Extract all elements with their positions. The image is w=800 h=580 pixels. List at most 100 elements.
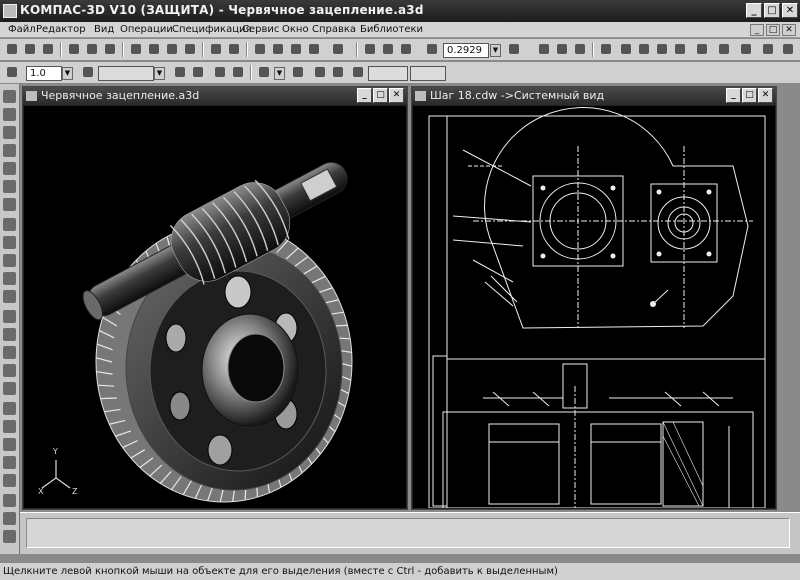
round-icon[interactable]	[312, 64, 328, 80]
menu-window[interactable]: Окно	[282, 24, 309, 35]
settings-icon[interactable]	[780, 41, 796, 57]
model-close-button[interactable]: ✕	[389, 88, 404, 103]
fillet-icon[interactable]	[3, 310, 16, 323]
refresh-icon[interactable]	[572, 41, 588, 57]
model-minimize-button[interactable]: _	[357, 88, 372, 103]
orientation-icon[interactable]	[506, 41, 522, 57]
mirror-icon[interactable]	[3, 420, 16, 433]
view-orientation-icon[interactable]	[598, 41, 614, 57]
coordinates-icon[interactable]	[350, 64, 366, 80]
format-icon[interactable]	[182, 41, 198, 57]
export-icon[interactable]	[102, 41, 118, 57]
select-icon[interactable]	[3, 198, 16, 211]
line-scale-input[interactable]: 1.0	[26, 66, 62, 81]
aux-geometry-icon[interactable]	[3, 474, 16, 487]
menu-file[interactable]: Файл	[8, 24, 36, 35]
menu-edit[interactable]: Редактор	[36, 24, 86, 35]
surface-icon[interactable]	[3, 438, 16, 451]
drawing-close-button[interactable]: ✕	[758, 88, 773, 103]
grid-icon[interactable]	[256, 64, 272, 80]
manager-icon[interactable]	[252, 41, 268, 57]
geometry-icon[interactable]	[3, 90, 16, 103]
rib-icon[interactable]	[3, 382, 16, 395]
minimize-button[interactable]: _	[746, 3, 762, 18]
menu-operations[interactable]: Операции	[120, 24, 173, 35]
save-icon[interactable]	[40, 41, 56, 57]
pan-icon[interactable]	[536, 41, 552, 57]
shaded-edges-icon[interactable]	[672, 41, 688, 57]
perspective-icon[interactable]	[694, 41, 710, 57]
new-icon[interactable]	[4, 41, 20, 57]
parametrization-icon[interactable]	[3, 162, 16, 175]
revolve-icon[interactable]	[3, 254, 16, 267]
menu-libraries[interactable]: Библиотеки	[360, 24, 423, 35]
measure-tool-icon[interactable]	[3, 180, 16, 193]
diagnostics-icon[interactable]	[3, 494, 16, 507]
line-scale-dropdown-button[interactable]: ▼	[62, 67, 73, 80]
model-maximize-button[interactable]: □	[373, 88, 388, 103]
copy-icon[interactable]	[146, 41, 162, 57]
cut-icon[interactable]	[128, 41, 144, 57]
undo-icon[interactable]	[208, 41, 224, 57]
extrude-icon[interactable]	[3, 236, 16, 249]
coordinate-y-field[interactable]	[410, 66, 446, 81]
open-icon[interactable]	[22, 41, 38, 57]
loft-icon[interactable]	[3, 290, 16, 303]
spatial-curve-icon[interactable]	[3, 456, 16, 469]
print-icon[interactable]	[66, 41, 82, 57]
variables-icon[interactable]	[306, 41, 322, 57]
measure-icon[interactable]	[230, 64, 246, 80]
properties-icon[interactable]	[270, 41, 286, 57]
help-icon[interactable]	[330, 41, 346, 57]
cursor-icon[interactable]	[330, 64, 346, 80]
ortho-icon[interactable]	[290, 64, 306, 80]
hidden-lines-icon[interactable]	[636, 41, 652, 57]
shell-icon[interactable]	[3, 364, 16, 377]
drawing-maximize-button[interactable]: □	[742, 88, 757, 103]
hole-icon[interactable]	[3, 346, 16, 359]
zoom-dropdown-button[interactable]: ▼	[490, 44, 501, 57]
sketch-icon[interactable]	[3, 218, 16, 231]
edit-icon[interactable]	[3, 144, 16, 157]
model-3d-viewport[interactable]: Y X Z	[24, 106, 406, 508]
local-cs-icon[interactable]	[172, 64, 188, 80]
spec-object-icon[interactable]	[3, 512, 16, 525]
drawing-2d-viewport[interactable]	[413, 106, 775, 508]
paste-icon[interactable]	[164, 41, 180, 57]
doc-minimize-button[interactable]: _	[750, 24, 764, 36]
doc-close-button[interactable]: ✕	[782, 24, 796, 36]
layers-icon[interactable]	[760, 41, 776, 57]
plane-icon[interactable]	[190, 64, 206, 80]
array-icon[interactable]	[3, 402, 16, 415]
style-field[interactable]	[98, 66, 154, 81]
rotate-icon[interactable]	[554, 41, 570, 57]
chamfer-icon[interactable]	[3, 328, 16, 341]
notation-icon[interactable]	[3, 126, 16, 139]
snap-icon[interactable]	[212, 64, 228, 80]
wireframe-icon[interactable]	[618, 41, 634, 57]
drawing-minimize-button[interactable]: _	[726, 88, 741, 103]
line-scale-icon[interactable]	[4, 64, 20, 80]
coordinate-x-field[interactable]	[368, 66, 408, 81]
maximize-button[interactable]: □	[764, 3, 780, 18]
kompas-app-icon[interactable]	[3, 4, 17, 18]
menu-specification[interactable]: Спецификация	[172, 24, 252, 35]
layer-icon[interactable]	[80, 64, 96, 80]
doc-restore-button[interactable]: □	[766, 24, 780, 36]
properties-panel-area[interactable]	[26, 518, 790, 548]
menu-service[interactable]: Сервис	[242, 24, 279, 35]
zoom-scale-icon[interactable]	[424, 41, 440, 57]
style-dropdown-button[interactable]: ▼	[154, 67, 165, 80]
dimensions-icon[interactable]	[3, 108, 16, 121]
zoom-scale-input[interactable]: 0.2929	[443, 43, 489, 58]
preview-icon[interactable]	[84, 41, 100, 57]
zoom-in-icon[interactable]	[380, 41, 396, 57]
tree-icon[interactable]	[288, 41, 304, 57]
sweep-icon[interactable]	[3, 272, 16, 285]
section-icon[interactable]	[716, 41, 732, 57]
close-button[interactable]: ✕	[782, 3, 798, 18]
redo-icon[interactable]	[226, 41, 242, 57]
zoom-out-icon[interactable]	[398, 41, 414, 57]
library-icon[interactable]	[738, 41, 754, 57]
menu-help[interactable]: Справка	[312, 24, 356, 35]
